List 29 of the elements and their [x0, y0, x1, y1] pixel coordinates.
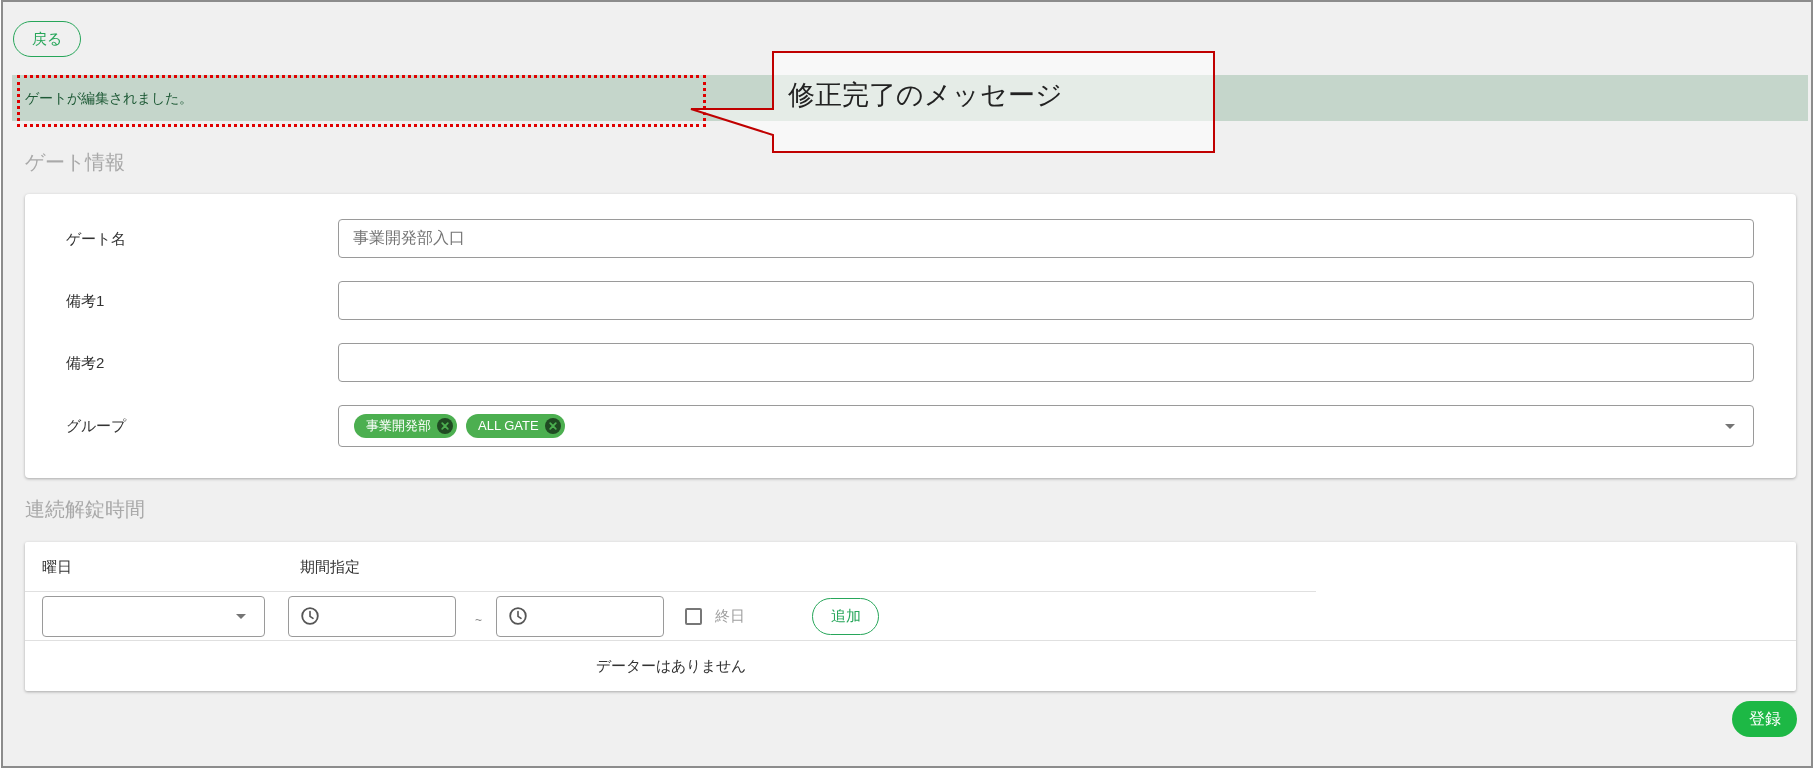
- empty-message: データーはありません: [595, 655, 746, 676]
- clock-icon: [301, 607, 319, 625]
- group-select[interactable]: 事業開発部 ALL GATE: [338, 405, 1754, 447]
- field-label: 備考2: [66, 353, 105, 371]
- input-field[interactable]: [338, 281, 1754, 320]
- group-chip[interactable]: 事業開発部: [354, 414, 457, 438]
- section-heading: 連続解錠時間: [25, 497, 145, 522]
- annotation-text: 修正完了のメッセージ: [788, 79, 1063, 112]
- column-header: 曜日: [42, 557, 72, 575]
- caret-icon: [236, 613, 246, 619]
- time-field[interactable]: [496, 595, 664, 637]
- submit-button[interactable]: 登録: [1732, 701, 1797, 737]
- field-label: ゲート名: [66, 229, 126, 247]
- group-chip[interactable]: ALL GATE: [466, 414, 565, 438]
- time-field[interactable]: [288, 595, 456, 637]
- field-label: 備考1: [66, 291, 105, 309]
- clock-icon: [509, 607, 527, 625]
- caret-icon: [1725, 423, 1735, 429]
- all-day-label: 終日: [715, 605, 745, 626]
- close-icon[interactable]: [544, 418, 561, 434]
- weekday-select[interactable]: [42, 595, 265, 637]
- input-field[interactable]: [338, 343, 1754, 382]
- close-icon[interactable]: [437, 418, 453, 434]
- section-heading: ゲート情報: [25, 150, 125, 175]
- field-label: グループ: [66, 417, 126, 434]
- input-field[interactable]: 事業開発部入口: [338, 219, 1754, 258]
- all-day-checkbox[interactable]: [685, 607, 702, 625]
- range-separator: ~: [475, 612, 482, 629]
- column-header: 期間指定: [300, 557, 360, 575]
